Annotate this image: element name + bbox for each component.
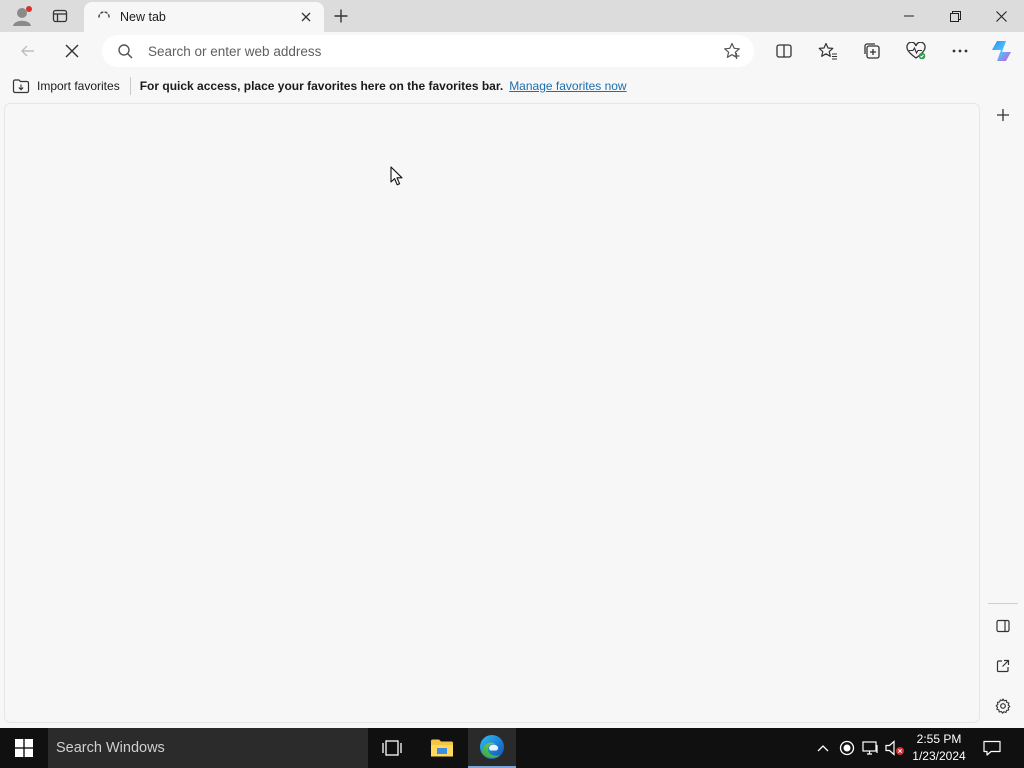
show-hidden-icons-button[interactable] xyxy=(812,728,834,768)
tab-close-button[interactable] xyxy=(298,9,314,25)
plus-icon xyxy=(997,109,1009,121)
close-icon xyxy=(995,10,1007,22)
favorites-bar-message: For quick access, place your favorites h… xyxy=(139,79,504,93)
close-icon xyxy=(301,12,311,22)
tray-record-button[interactable] xyxy=(836,728,858,768)
edge-logo-icon xyxy=(480,735,504,759)
split-screen-icon xyxy=(776,44,792,58)
favorites-bar: Import favorites For quick access, place… xyxy=(0,70,1024,102)
folder-icon xyxy=(431,739,453,757)
address-input[interactable] xyxy=(148,43,688,59)
new-tab-button[interactable] xyxy=(328,0,354,32)
plus-icon xyxy=(334,9,348,23)
navigation-toolbar xyxy=(0,32,1024,70)
taskbar-clock[interactable]: 2:55 PM 1/23/2024 xyxy=(906,731,972,765)
open-in-window-button[interactable] xyxy=(988,651,1018,681)
volume-button[interactable] xyxy=(884,728,906,768)
start-button[interactable] xyxy=(0,728,48,768)
address-bar[interactable] xyxy=(102,35,754,67)
star-add-icon xyxy=(724,42,740,59)
title-bar: New tab xyxy=(0,0,1024,32)
task-view-button[interactable] xyxy=(368,728,416,768)
collections-button[interactable] xyxy=(857,36,887,66)
file-explorer-taskbar-button[interactable] xyxy=(418,728,466,768)
sidebar-divider xyxy=(988,603,1018,604)
more-icon xyxy=(952,49,968,53)
stop-loading-button[interactable] xyxy=(57,36,87,66)
add-favorite-star-button[interactable] xyxy=(722,41,742,61)
sidebar-add-button[interactable] xyxy=(988,100,1018,130)
volume-muted-icon xyxy=(885,740,904,756)
windows-logo-icon xyxy=(15,739,33,757)
profile-icon xyxy=(13,6,32,26)
import-favorites-button[interactable]: Import favorites xyxy=(12,74,120,98)
import-favorites-label: Import favorites xyxy=(37,79,120,93)
chevron-up-icon xyxy=(817,745,829,752)
loading-spinner-icon xyxy=(98,11,110,18)
clock-time: 2:55 PM xyxy=(916,732,962,746)
search-icon xyxy=(116,42,134,60)
restore-button[interactable] xyxy=(932,0,978,32)
stop-loading-icon xyxy=(65,44,79,58)
copilot-button[interactable] xyxy=(987,36,1017,66)
sidebar-panel-icon xyxy=(996,619,1010,633)
close-window-button[interactable] xyxy=(978,0,1024,32)
mouse-cursor-icon xyxy=(390,166,403,186)
favorites-bar-divider xyxy=(129,77,131,95)
browser-essentials-button[interactable] xyxy=(901,36,931,66)
tab-actions-button[interactable] xyxy=(46,0,74,32)
edge-taskbar-button[interactable] xyxy=(468,728,516,768)
clock-date: 1/23/2024 xyxy=(912,749,966,763)
heart-pulse-icon xyxy=(906,42,926,60)
minimize-icon xyxy=(904,15,914,17)
minimize-button[interactable] xyxy=(886,0,932,32)
external-link-icon xyxy=(996,659,1010,673)
back-button[interactable] xyxy=(13,36,43,66)
action-center-button[interactable] xyxy=(976,728,1008,768)
split-screen-button[interactable] xyxy=(769,36,799,66)
network-status-button[interactable] xyxy=(860,728,882,768)
notification-icon xyxy=(983,740,1001,756)
hide-sidebar-button[interactable] xyxy=(988,611,1018,641)
copilot-icon xyxy=(992,41,1011,61)
record-icon xyxy=(839,740,855,756)
page-content-area xyxy=(4,103,980,723)
gear-icon xyxy=(995,698,1011,714)
sidebar-settings-button[interactable] xyxy=(988,691,1018,721)
task-view-icon xyxy=(382,740,402,756)
network-icon xyxy=(862,741,878,755)
tab-new-tab[interactable]: New tab xyxy=(84,2,324,32)
back-arrow-icon xyxy=(21,45,34,57)
windows-taskbar: Search Windows 2:55 PM 1/23/2024 xyxy=(0,728,1024,768)
restore-icon xyxy=(949,10,961,22)
edge-sidebar xyxy=(982,100,1024,728)
favorites-button[interactable] xyxy=(813,36,843,66)
collections-icon xyxy=(864,43,880,59)
import-favorites-icon xyxy=(12,79,30,94)
more-options-button[interactable] xyxy=(945,36,975,66)
tab-actions-icon xyxy=(52,9,68,23)
manage-favorites-link[interactable]: Manage favorites now xyxy=(509,79,626,93)
favorites-icon xyxy=(818,42,837,60)
taskbar-search-box[interactable]: Search Windows xyxy=(48,728,368,768)
profile-button[interactable] xyxy=(8,0,38,32)
taskbar-search-placeholder: Search Windows xyxy=(56,740,165,756)
tab-title: New tab xyxy=(120,10,166,24)
